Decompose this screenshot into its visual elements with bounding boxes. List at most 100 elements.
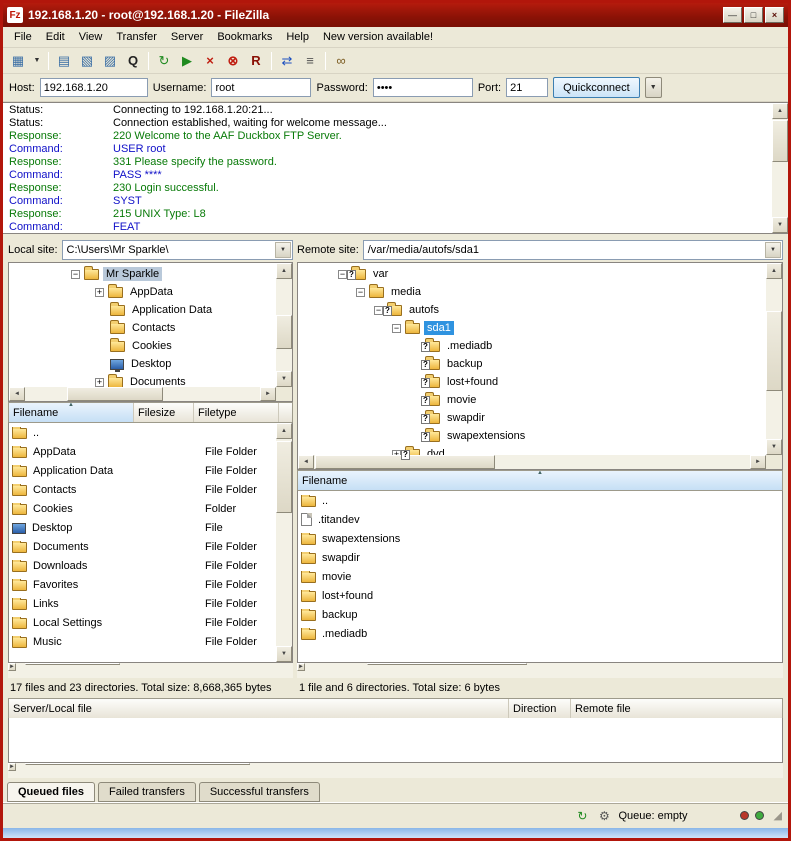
column-header-remote-file[interactable]: Remote file xyxy=(571,699,782,718)
expand-icon[interactable]: + xyxy=(95,288,104,297)
scrollbar-thumb[interactable] xyxy=(276,441,292,513)
log-vertical-scrollbar[interactable]: ▲ ▼ xyxy=(772,103,788,233)
file-row[interactable]: Application Data File Folder xyxy=(9,461,292,480)
tab-successful-transfers[interactable]: Successful transfers xyxy=(199,782,320,802)
tab-failed-transfers[interactable]: Failed transfers xyxy=(98,782,196,802)
remote-tree-vertical-scrollbar[interactable]: ▲ ▼ xyxy=(766,263,782,455)
file-row[interactable]: .titandev xyxy=(298,510,782,529)
tree-node[interactable]: ? .mediadb xyxy=(298,337,782,355)
column-header-filename[interactable]: ▲ Filename xyxy=(9,403,134,422)
tree-node-selected[interactable]: − sda1 xyxy=(298,319,782,337)
quickconnect-button[interactable]: Quickconnect xyxy=(553,77,640,98)
scroll-right-icon[interactable]: ► xyxy=(260,387,276,401)
file-row[interactable]: backup xyxy=(298,605,782,624)
maximize-button[interactable]: □ xyxy=(744,7,763,23)
file-row[interactable]: Documents File Folder xyxy=(9,537,292,556)
file-row[interactable]: Local Settings File Folder xyxy=(9,613,292,632)
scrollbar-thumb[interactable] xyxy=(67,387,163,401)
file-row[interactable]: lost+found xyxy=(298,586,782,605)
scroll-up-icon[interactable]: ▲ xyxy=(766,263,782,279)
toggle-local-tree-button[interactable]: ▧ xyxy=(76,50,98,71)
column-header-server-local-file[interactable]: Server/Local file xyxy=(9,699,509,718)
scroll-left-icon[interactable]: ◄ xyxy=(9,387,25,401)
tree-node[interactable]: Application Data xyxy=(9,301,292,319)
synchronized-browsing-button[interactable]: ≡ xyxy=(299,50,321,71)
minimize-button[interactable]: — xyxy=(723,7,742,23)
find-files-button[interactable]: ∞ xyxy=(330,50,352,71)
scroll-down-icon[interactable]: ▼ xyxy=(276,371,292,387)
local-tree-horizontal-scrollbar[interactable]: ◄ ► xyxy=(9,387,276,401)
menu-view[interactable]: View xyxy=(72,28,110,46)
tree-node[interactable]: Desktop xyxy=(9,355,292,373)
local-list-vertical-scrollbar[interactable]: ▲ ▼ xyxy=(276,423,292,662)
host-input[interactable] xyxy=(40,78,148,97)
reconnect-button[interactable]: R xyxy=(245,50,267,71)
scroll-up-icon[interactable]: ▲ xyxy=(772,103,788,119)
tree-node[interactable]: − ? var xyxy=(298,265,782,283)
local-tree-vertical-scrollbar[interactable]: ▲ ▼ xyxy=(276,263,292,387)
scroll-right-icon[interactable]: ► xyxy=(8,663,16,671)
process-queue-button[interactable]: ▶ xyxy=(176,50,198,71)
tree-node[interactable]: − media xyxy=(298,283,782,301)
toggle-queue-button[interactable]: Q xyxy=(122,50,144,71)
menu-help[interactable]: Help xyxy=(279,28,316,46)
column-header-filesize[interactable]: Filesize xyxy=(134,403,194,422)
scrollbar-thumb[interactable] xyxy=(276,315,292,349)
scroll-right-icon[interactable]: ► xyxy=(8,763,16,771)
tab-queued-files[interactable]: Queued files xyxy=(7,782,95,802)
local-list-horizontal-scrollbar[interactable]: ◄ ► xyxy=(8,663,293,678)
site-manager-dropdown-icon[interactable]: ▼ xyxy=(30,50,44,71)
settings-icon[interactable]: ⚙ xyxy=(596,808,612,823)
disconnect-button[interactable]: ⊗ xyxy=(222,50,244,71)
scrollbar-thumb[interactable] xyxy=(766,311,782,391)
username-input[interactable] xyxy=(211,78,311,97)
expand-icon[interactable]: + xyxy=(95,378,104,387)
file-row[interactable]: Music File Folder xyxy=(9,632,292,651)
menu-bookmarks[interactable]: Bookmarks xyxy=(210,28,279,46)
directory-comparison-button[interactable]: ⇄ xyxy=(276,50,298,71)
file-row[interactable]: AppData File Folder xyxy=(9,442,292,461)
scrollbar-thumb[interactable] xyxy=(25,763,250,765)
password-input[interactable] xyxy=(373,78,473,97)
collapse-icon[interactable]: − xyxy=(71,270,80,279)
quickconnect-dropdown-icon[interactable]: ▼ xyxy=(645,77,662,98)
queue-horizontal-scrollbar[interactable]: ◄ ► xyxy=(8,763,783,778)
scrollbar-thumb[interactable] xyxy=(367,663,527,665)
tree-node[interactable]: ? backup xyxy=(298,355,782,373)
scrollbar-thumb[interactable] xyxy=(772,120,788,162)
scroll-down-icon[interactable]: ▼ xyxy=(772,217,788,233)
scroll-right-icon[interactable]: ► xyxy=(750,455,766,469)
column-header-direction[interactable]: Direction xyxy=(509,699,571,718)
tree-node[interactable]: − Mr Sparkle xyxy=(9,265,292,283)
file-row[interactable]: swapextensions xyxy=(298,529,782,548)
remote-tree-horizontal-scrollbar[interactable]: ◄ ► xyxy=(298,455,766,469)
collapse-icon[interactable]: − xyxy=(374,306,383,315)
file-row[interactable]: Favorites File Folder xyxy=(9,575,292,594)
scroll-down-icon[interactable]: ▼ xyxy=(276,646,292,662)
local-site-combo[interactable]: C:\Users\Mr Sparkle\ ▼ xyxy=(62,240,293,260)
file-row[interactable]: swapdir xyxy=(298,548,782,567)
file-row[interactable]: movie xyxy=(298,567,782,586)
queue-processing-icon[interactable]: ↻ xyxy=(574,808,590,823)
collapse-icon[interactable]: − xyxy=(338,270,347,279)
toggle-remote-tree-button[interactable]: ▨ xyxy=(99,50,121,71)
port-input[interactable] xyxy=(506,78,548,97)
tree-node[interactable]: Cookies xyxy=(9,337,292,355)
scroll-up-icon[interactable]: ▲ xyxy=(276,423,292,439)
file-row[interactable]: Downloads File Folder xyxy=(9,556,292,575)
tree-node[interactable]: ? swapdir xyxy=(298,409,782,427)
tree-node[interactable]: ? lost+found xyxy=(298,373,782,391)
menu-file[interactable]: File xyxy=(7,28,39,46)
close-button[interactable]: × xyxy=(765,7,784,23)
collapse-icon[interactable]: − xyxy=(356,288,365,297)
menu-new-version[interactable]: New version available! xyxy=(316,28,440,46)
column-header-filename[interactable]: ▲ Filename xyxy=(298,471,782,490)
scroll-right-icon[interactable]: ► xyxy=(297,663,305,671)
collapse-icon[interactable]: − xyxy=(392,324,401,333)
toggle-message-log-button[interactable]: ▤ xyxy=(53,50,75,71)
site-manager-button[interactable]: ▦ xyxy=(7,50,29,71)
menu-server[interactable]: Server xyxy=(164,28,210,46)
scrollbar-thumb[interactable] xyxy=(25,663,120,665)
scroll-up-icon[interactable]: ▲ xyxy=(276,263,292,279)
file-row[interactable]: Cookies Folder xyxy=(9,499,292,518)
